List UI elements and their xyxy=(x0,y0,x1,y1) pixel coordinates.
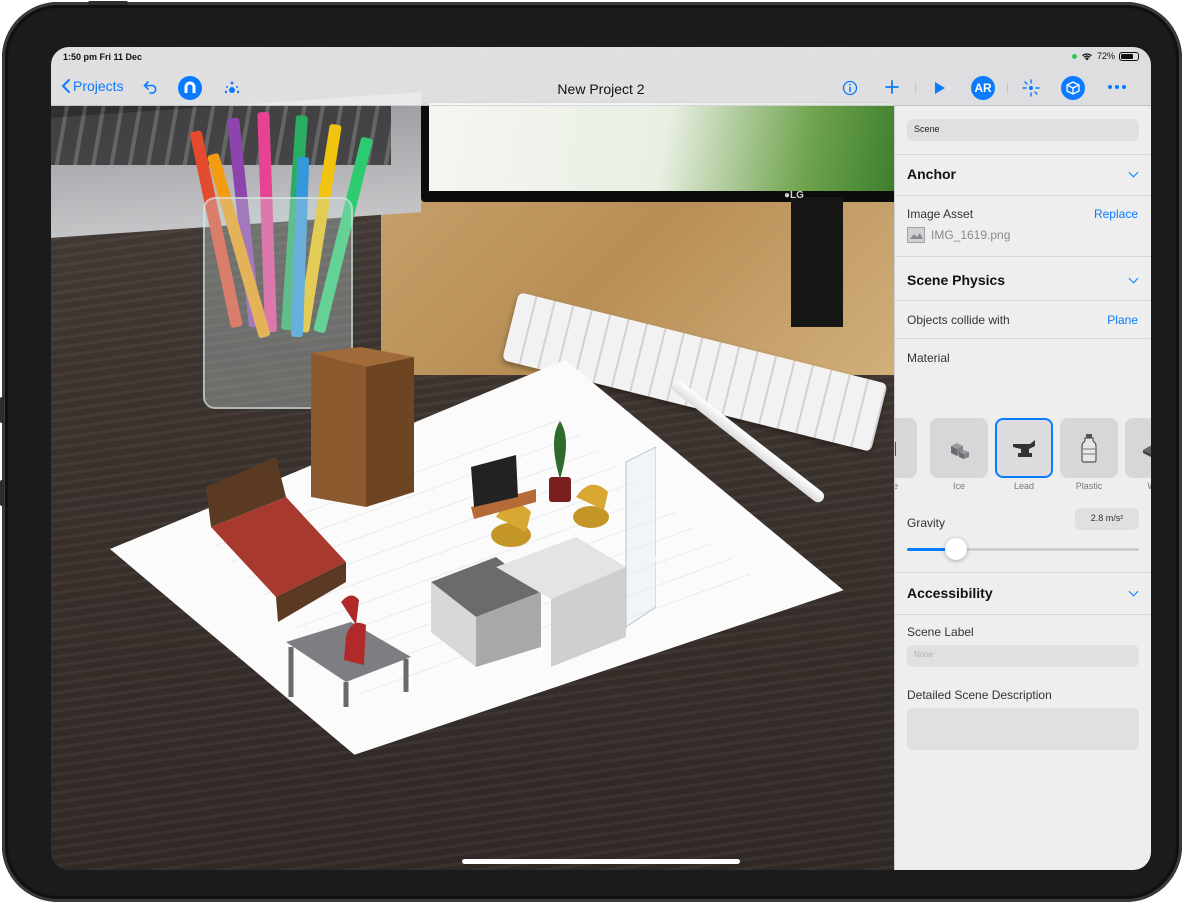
add-button[interactable] xyxy=(884,79,900,95)
volume-up-button xyxy=(0,397,4,423)
collide-value-button[interactable]: Plane xyxy=(1107,313,1138,327)
battery-percent: 72% xyxy=(1096,51,1115,61)
ar-label: AR xyxy=(974,81,992,95)
gravity-slider-thumb[interactable] xyxy=(944,538,967,560)
camera-indicator-icon xyxy=(1071,53,1077,59)
scene-name-field[interactable]: Scene xyxy=(907,119,1139,141)
wifi-icon xyxy=(1082,52,1092,60)
divider xyxy=(895,338,1151,339)
divider xyxy=(895,300,1151,301)
accessibility-heading: Accessibility xyxy=(907,585,993,601)
monitor-stand xyxy=(791,197,843,327)
monitor-logo: ●LG xyxy=(784,190,804,201)
scene-label-placeholder: None xyxy=(914,650,934,659)
divider xyxy=(895,614,1151,615)
toolbar-separator xyxy=(915,83,916,94)
ar-button[interactable]: AR xyxy=(971,76,995,100)
anvil-icon xyxy=(1013,440,1035,457)
wardrobe-front xyxy=(311,353,366,507)
anchor-heading: Anchor xyxy=(907,166,956,182)
anchor-section-header[interactable]: Anchor xyxy=(907,166,1139,182)
collide-label: Objects collide with xyxy=(907,313,1010,327)
divider xyxy=(895,195,1151,196)
material-tile-plastic[interactable] xyxy=(1060,418,1118,478)
screen: ●LG 1:50 pm Fri 11 Dec 72% Projects New … xyxy=(51,47,1151,870)
bottle-icon xyxy=(1081,434,1097,463)
image-thumbnail-icon xyxy=(907,227,925,243)
concrete-icon xyxy=(895,442,896,456)
divider xyxy=(895,572,1151,573)
status-bar: 1:50 pm Fri 11 Dec 72% xyxy=(51,47,1151,71)
gravity-value-text: 2.8 m/s² xyxy=(1090,513,1124,523)
material-tile-wood[interactable] xyxy=(1125,418,1151,478)
object-cube-icon xyxy=(1066,81,1080,95)
toolbar: Projects New Project 2 AR xyxy=(51,71,1151,106)
virtual-furniture[interactable] xyxy=(206,347,656,707)
divider xyxy=(895,154,1151,155)
material-tile-lead[interactable] xyxy=(995,418,1053,478)
description-title: Detailed Scene Description xyxy=(907,688,1052,702)
inspector-panel: Scene Anchor Image Asset Replace IMG_161… xyxy=(894,106,1151,870)
material-label-ice: Ice xyxy=(952,481,965,491)
chevron-down-icon xyxy=(1128,273,1139,284)
image-asset-file: IMG_1619.png xyxy=(907,227,1010,243)
more-button[interactable] xyxy=(1107,84,1127,90)
wardrobe-side xyxy=(366,357,414,507)
home-indicator[interactable] xyxy=(462,859,740,864)
plant-leaves xyxy=(554,421,566,479)
material-label: Material xyxy=(907,351,950,365)
plant-pot xyxy=(549,477,571,502)
play-button[interactable] xyxy=(934,81,946,95)
ar-camera-view[interactable]: ●LG xyxy=(51,47,894,870)
replace-button[interactable]: Replace xyxy=(1094,207,1138,221)
material-label-plastic: Plastic xyxy=(1075,481,1103,491)
monitor-screen xyxy=(429,103,894,191)
toolbar-separator xyxy=(1007,83,1008,94)
scene-description-input[interactable] xyxy=(907,708,1139,750)
chevron-down-icon xyxy=(1128,167,1139,178)
info-button[interactable] xyxy=(842,80,858,96)
divider xyxy=(895,256,1151,257)
material-tile-concrete[interactable] xyxy=(895,418,917,478)
material-label-wood: Wo xyxy=(1125,481,1151,491)
play-icon xyxy=(935,82,945,94)
status-right: 72% xyxy=(1071,51,1139,61)
wood-plank-icon xyxy=(1143,445,1151,457)
material-label-lead: Lead xyxy=(1013,481,1035,491)
physics-heading: Scene Physics xyxy=(907,272,1006,288)
material-tile-ice[interactable] xyxy=(930,418,988,478)
file-name: IMG_1619.png xyxy=(931,228,1011,242)
scene-name-value: Scene xyxy=(914,124,940,134)
gravity-value[interactable]: 2.8 m/s² xyxy=(1075,508,1139,530)
status-time: 1:50 pm Fri 11 Dec xyxy=(63,52,143,62)
scan-button[interactable] xyxy=(1021,79,1041,97)
image-asset-label: Image Asset xyxy=(907,207,974,221)
physics-section-header[interactable]: Scene Physics xyxy=(907,272,1139,288)
top-button xyxy=(88,1,128,5)
gravity-label: Gravity xyxy=(907,516,946,530)
more-icon xyxy=(1108,85,1126,89)
chevron-down-icon xyxy=(1128,586,1139,597)
shower-glass xyxy=(625,446,656,628)
scene-label-title: Scene Label xyxy=(907,625,974,639)
info-icon xyxy=(842,80,858,96)
plus-icon xyxy=(885,80,899,94)
material-label-concrete: crete xyxy=(895,481,917,491)
battery-icon xyxy=(1119,51,1139,61)
object-cube-button[interactable] xyxy=(1061,76,1085,100)
accessibility-section-header[interactable]: Accessibility xyxy=(907,585,1139,601)
volume-down-button xyxy=(0,480,4,506)
scan-icon xyxy=(1022,79,1040,97)
scene-label-input[interactable]: None xyxy=(907,645,1139,667)
ice-cubes-icon xyxy=(951,443,969,459)
gravity-slider[interactable] xyxy=(907,538,1139,560)
chair-red xyxy=(341,595,359,625)
